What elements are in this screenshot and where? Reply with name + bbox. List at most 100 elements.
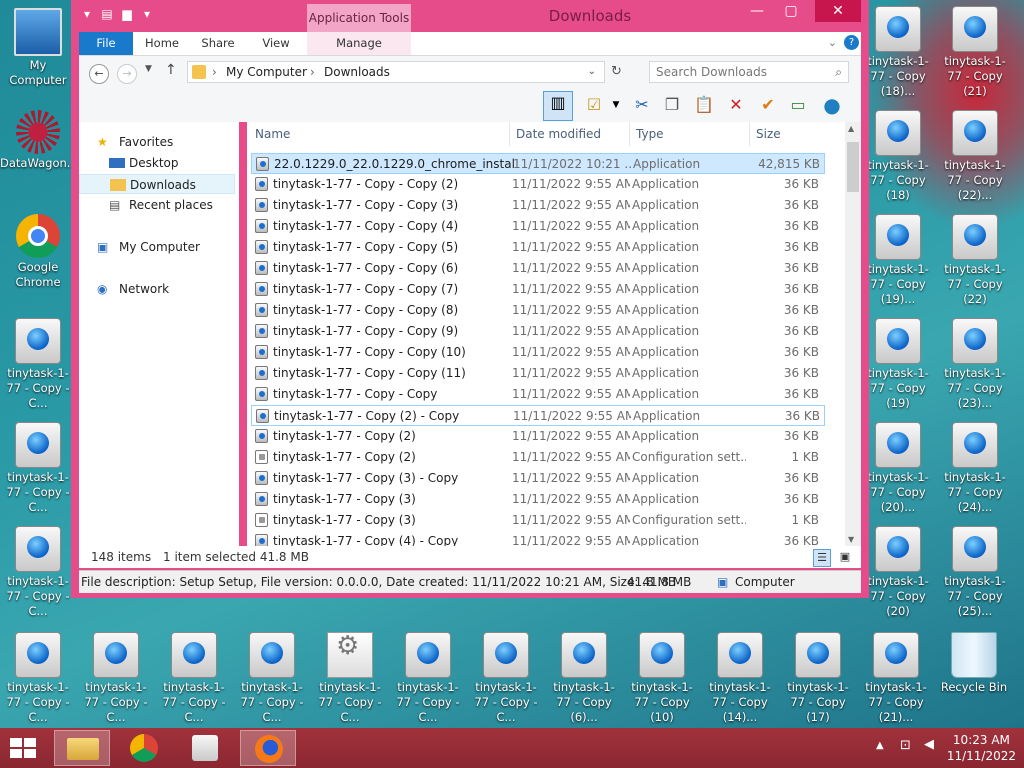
desktop-icon[interactable]: tinytask-1-77 - Copy - C... bbox=[234, 632, 310, 725]
clock[interactable]: 10:23 AM 11/11/2022 bbox=[947, 732, 1016, 764]
nav-my-computer[interactable]: ▣ My Computer bbox=[79, 237, 235, 257]
search-input[interactable]: Search Downloads ⌕ bbox=[649, 61, 849, 83]
desktop-icon[interactable]: tinytask-1-77 - Copy (14)... bbox=[702, 632, 778, 725]
desktop-icon[interactable]: tinytask-1-77 - Copy (21) bbox=[937, 6, 1013, 99]
nav-network[interactable]: ◉ Network bbox=[79, 279, 235, 299]
address-dropdown-icon[interactable]: ⌄ bbox=[588, 62, 596, 82]
properties-check-icon[interactable]: ☑ bbox=[583, 94, 605, 116]
file-row[interactable]: 22.0.1229.0_22.0.1229.0_chrome_installer… bbox=[251, 153, 825, 174]
desktop-icon[interactable]: tinytask-1-77 - Copy (25)... bbox=[937, 526, 1013, 619]
desktop-icon[interactable]: tinytask-1-77 - Copy - C... bbox=[390, 632, 466, 725]
scrollbar-thumb[interactable] bbox=[847, 142, 859, 192]
network-icon[interactable]: ⊡ bbox=[900, 738, 911, 753]
desktop-icon[interactable]: tinytask-1-77 - Copy - C... bbox=[0, 318, 76, 411]
desktop-icon[interactable]: tinytask-1-77 - Copy (20) bbox=[860, 526, 936, 619]
file-row[interactable]: tinytask-1-77 - Copy - Copy (5) 11/11/202… bbox=[251, 237, 825, 258]
view-layout-icon[interactable]: ▥ bbox=[543, 91, 573, 121]
file-row[interactable]: tinytask-1-77 - Copy - Copy (7) 11/11/202… bbox=[251, 279, 825, 300]
properties-card-icon[interactable]: ▭ bbox=[787, 94, 809, 116]
nav-desktop[interactable]: Desktop bbox=[79, 153, 235, 173]
desktop-icon[interactable]: tinytask-1-77 - Copy - C... bbox=[0, 526, 76, 619]
file-row[interactable]: tinytask-1-77 - Copy - Copy (8) 11/11/202… bbox=[251, 300, 825, 321]
desktop-icon[interactable]: tinytask-1-77 - Copy (6)... bbox=[546, 632, 622, 725]
breadcrumb-downloads[interactable]: Downloads bbox=[324, 62, 390, 82]
globe-icon[interactable]: ● bbox=[821, 94, 843, 116]
paste-icon[interactable]: 📋 bbox=[693, 94, 715, 116]
column-header-type[interactable]: Type bbox=[636, 122, 664, 146]
refresh-icon[interactable]: ↻ bbox=[611, 64, 622, 79]
ribbon-collapse-icon[interactable]: ⌄ bbox=[828, 36, 837, 49]
delete-icon[interactable]: ✕ bbox=[725, 94, 747, 116]
tab-file[interactable]: File bbox=[79, 32, 133, 55]
desktop-icon[interactable]: tinytask-1-77 - Copy (20)... bbox=[860, 422, 936, 515]
vertical-scrollbar[interactable]: ▲ ▼ bbox=[845, 122, 861, 546]
large-icons-view-icon[interactable]: ▣ bbox=[837, 549, 853, 565]
volume-icon[interactable]: ◀ bbox=[924, 737, 934, 752]
file-row[interactable]: tinytask-1-77 - Copy - Copy (9) 11/11/202… bbox=[251, 321, 825, 342]
file-row[interactable]: tinytask-1-77 - Copy - Copy (3) 11/11/202… bbox=[251, 195, 825, 216]
details-view-icon[interactable]: ☰ bbox=[813, 549, 831, 567]
file-row[interactable]: tinytask-1-77 - Copy - Copy (10) 11/11/20… bbox=[251, 342, 825, 363]
desktop-icon[interactable]: DataWagon... bbox=[0, 110, 78, 171]
column-header-date[interactable]: Date modified bbox=[516, 122, 601, 146]
file-row[interactable]: tinytask-1-77 - Copy - Copy 11/11/2022 9:… bbox=[251, 384, 825, 405]
file-row[interactable]: tinytask-1-77 - Copy (3) 11/11/2022 9:55 … bbox=[251, 510, 825, 531]
up-button[interactable]: ↑ bbox=[165, 62, 177, 78]
breadcrumb-my-computer[interactable]: My Computer bbox=[226, 62, 307, 82]
desktop-icon[interactable]: tinytask-1-77 - Copy - C... bbox=[468, 632, 544, 725]
nav-favorites[interactable]: ★ Favorites bbox=[79, 132, 235, 152]
desktop-icon[interactable]: tinytask-1-77 - Copy - C... bbox=[0, 422, 76, 515]
address-field[interactable]: › My Computer › Downloads ⌄ bbox=[187, 61, 605, 83]
desktop-icon[interactable]: My Computer bbox=[0, 8, 76, 88]
taskbar-tinytask[interactable] bbox=[178, 730, 234, 766]
tab-home[interactable]: Home bbox=[137, 32, 187, 55]
desktop-icon[interactable]: tinytask-1-77 - Copy (18)... bbox=[860, 6, 936, 99]
desktop-icon[interactable]: tinytask-1-77 - Copy (10) bbox=[624, 632, 700, 725]
start-button[interactable] bbox=[10, 738, 38, 760]
file-row[interactable]: tinytask-1-77 - Copy (2) - Copy 11/11/202… bbox=[251, 405, 825, 426]
desktop-icon[interactable]: Google Chrome bbox=[0, 214, 76, 290]
desktop-icon[interactable]: tinytask-1-77 - Copy - C... bbox=[312, 632, 388, 725]
title-bar[interactable]: ▾ ▤ ▆ ▾ Application Tools Downloads — ▢ … bbox=[71, 0, 869, 32]
tab-manage[interactable]: Manage bbox=[319, 32, 399, 55]
help-icon[interactable]: ? bbox=[844, 35, 859, 50]
desktop-icon[interactable]: tinytask-1-77 - Copy - C... bbox=[156, 632, 232, 725]
taskbar-explorer[interactable] bbox=[54, 730, 110, 766]
file-row[interactable]: tinytask-1-77 - Copy - Copy (4) 11/11/202… bbox=[251, 216, 825, 237]
file-row[interactable]: tinytask-1-77 - Copy - Copy (2) 11/11/202… bbox=[251, 174, 825, 195]
desktop-icon[interactable]: Recycle Bin bbox=[936, 632, 1012, 695]
file-row[interactable]: tinytask-1-77 - Copy (3) 11/11/2022 9:55 … bbox=[251, 489, 825, 510]
cut-icon[interactable]: ✂ bbox=[631, 94, 653, 116]
minimize-button[interactable]: — bbox=[741, 0, 773, 22]
show-hidden-icons[interactable]: ▲ bbox=[876, 740, 884, 751]
desktop-icon[interactable]: tinytask-1-77 - Copy (17) bbox=[780, 632, 856, 725]
recent-locations-icon[interactable]: ▼ bbox=[145, 64, 152, 74]
tab-view[interactable]: View bbox=[251, 32, 301, 55]
column-header-name[interactable]: Name bbox=[255, 122, 290, 146]
taskbar-chrome[interactable] bbox=[116, 730, 172, 766]
forward-button[interactable]: → bbox=[117, 64, 137, 84]
close-button[interactable]: ✕ bbox=[815, 0, 861, 22]
desktop-icon[interactable]: tinytask-1-77 - Copy (22) bbox=[937, 214, 1013, 307]
column-header-size[interactable]: Size bbox=[756, 122, 781, 146]
scroll-up-icon[interactable]: ▲ bbox=[848, 124, 854, 133]
scroll-down-icon[interactable]: ▼ bbox=[848, 535, 854, 544]
maximize-button[interactable]: ▢ bbox=[775, 0, 807, 22]
file-row[interactable]: tinytask-1-77 - Copy (2) 11/11/2022 9:55 … bbox=[251, 426, 825, 447]
rename-check-icon[interactable]: ✔ bbox=[757, 94, 779, 116]
taskbar-firefox[interactable] bbox=[240, 730, 296, 766]
desktop-icon[interactable]: tinytask-1-77 - Copy (19) bbox=[860, 318, 936, 411]
file-row[interactable]: tinytask-1-77 - Copy - Copy (11) 11/11/20… bbox=[251, 363, 825, 384]
desktop-icon[interactable]: tinytask-1-77 - Copy (19)... bbox=[860, 214, 936, 307]
desktop-icon[interactable]: tinytask-1-77 - Copy (24)... bbox=[937, 422, 1013, 515]
desktop-icon[interactable]: tinytask-1-77 - Copy (21)... bbox=[858, 632, 934, 725]
toolbar-dropdown-icon[interactable]: ▼ bbox=[605, 94, 627, 116]
tab-share[interactable]: Share bbox=[193, 32, 243, 55]
desktop-icon[interactable]: tinytask-1-77 - Copy (23)... bbox=[937, 318, 1013, 411]
desktop-icon[interactable]: tinytask-1-77 - Copy (18) bbox=[860, 110, 936, 203]
file-row[interactable]: tinytask-1-77 - Copy (3) - Copy 11/11/202… bbox=[251, 468, 825, 489]
file-row[interactable]: tinytask-1-77 - Copy (2) 11/11/2022 9:55 … bbox=[251, 447, 825, 468]
file-row[interactable]: tinytask-1-77 - Copy (4) - Copy 11/11/202… bbox=[251, 531, 825, 546]
desktop-icon[interactable]: tinytask-1-77 - Copy - C... bbox=[0, 632, 76, 725]
nav-downloads[interactable]: Downloads bbox=[79, 174, 235, 194]
